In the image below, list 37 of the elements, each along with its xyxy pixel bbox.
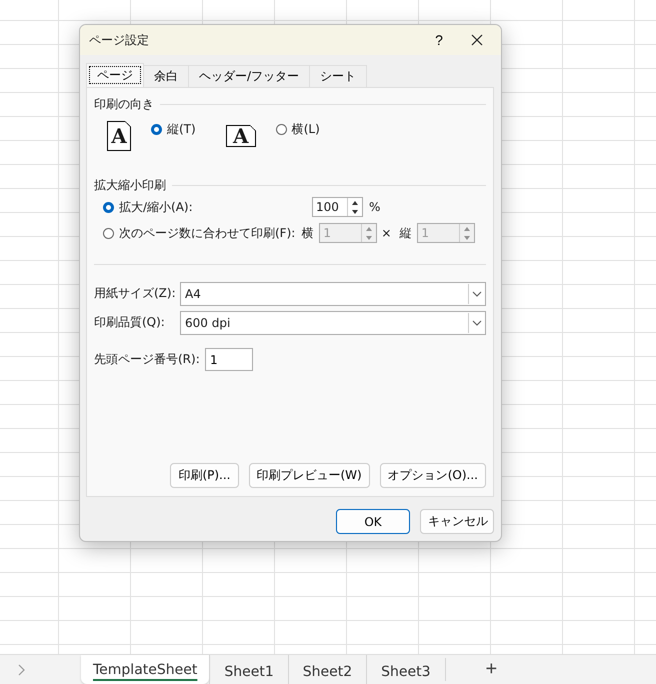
input-field[interactable]: 1	[205, 348, 253, 371]
field-label: 横	[301, 224, 314, 242]
unit-label: %	[369, 200, 380, 214]
action-button[interactable]: 印刷プレビュー(W)	[248, 463, 370, 488]
tab[interactable]: シート	[309, 65, 368, 87]
add-sheet-button[interactable]: +	[444, 658, 498, 681]
action-button[interactable]: 印刷(P)...	[170, 463, 238, 488]
radio-button[interactable]: 横(L)	[276, 121, 320, 138]
landscape-page-icon: A	[226, 125, 256, 147]
sheet-tab[interactable]: Sheet3	[366, 655, 445, 684]
field-label: 先頭ページ番号(R):	[94, 351, 201, 368]
radio-button[interactable]: 拡大/縮小(A):	[103, 198, 312, 216]
field-label: 用紙サイズ(Z):	[94, 285, 177, 302]
times-label: ×	[381, 226, 392, 240]
dialog-button[interactable]: OK	[336, 509, 410, 534]
section-heading: 印刷の向き	[94, 96, 154, 113]
dropdown[interactable]: A4	[180, 282, 486, 306]
close-icon[interactable]	[471, 34, 483, 46]
help-button[interactable]: ?	[429, 32, 449, 48]
spin-field[interactable]: 100	[312, 197, 363, 217]
chevron-down-icon	[472, 290, 482, 296]
radio-button[interactable]: 次のページ数に合わせて印刷(F):	[103, 224, 296, 242]
portrait-page-icon: A	[107, 121, 131, 151]
field-label: 縦	[399, 224, 412, 242]
field-label: 印刷品質(Q):	[94, 314, 166, 331]
window-title: ページ設定	[89, 32, 150, 48]
chevron-down-icon	[472, 320, 482, 326]
section-heading: 拡大縮小印刷	[94, 177, 166, 194]
sheet-tab[interactable]: Sheet1	[209, 655, 288, 684]
sheet-tab[interactable]: Sheet2	[288, 655, 366, 684]
dialog-button[interactable]: キャンセル	[420, 509, 494, 534]
chevron-right-icon[interactable]	[17, 664, 25, 676]
sheet-tab[interactable]: TemplateSheet	[81, 655, 210, 684]
tab[interactable]: ページ	[86, 63, 144, 87]
radio-button[interactable]: 縦(T)	[151, 121, 196, 138]
action-button[interactable]: オプション(O)...	[380, 463, 486, 488]
dropdown[interactable]: 600 dpi	[180, 310, 486, 334]
